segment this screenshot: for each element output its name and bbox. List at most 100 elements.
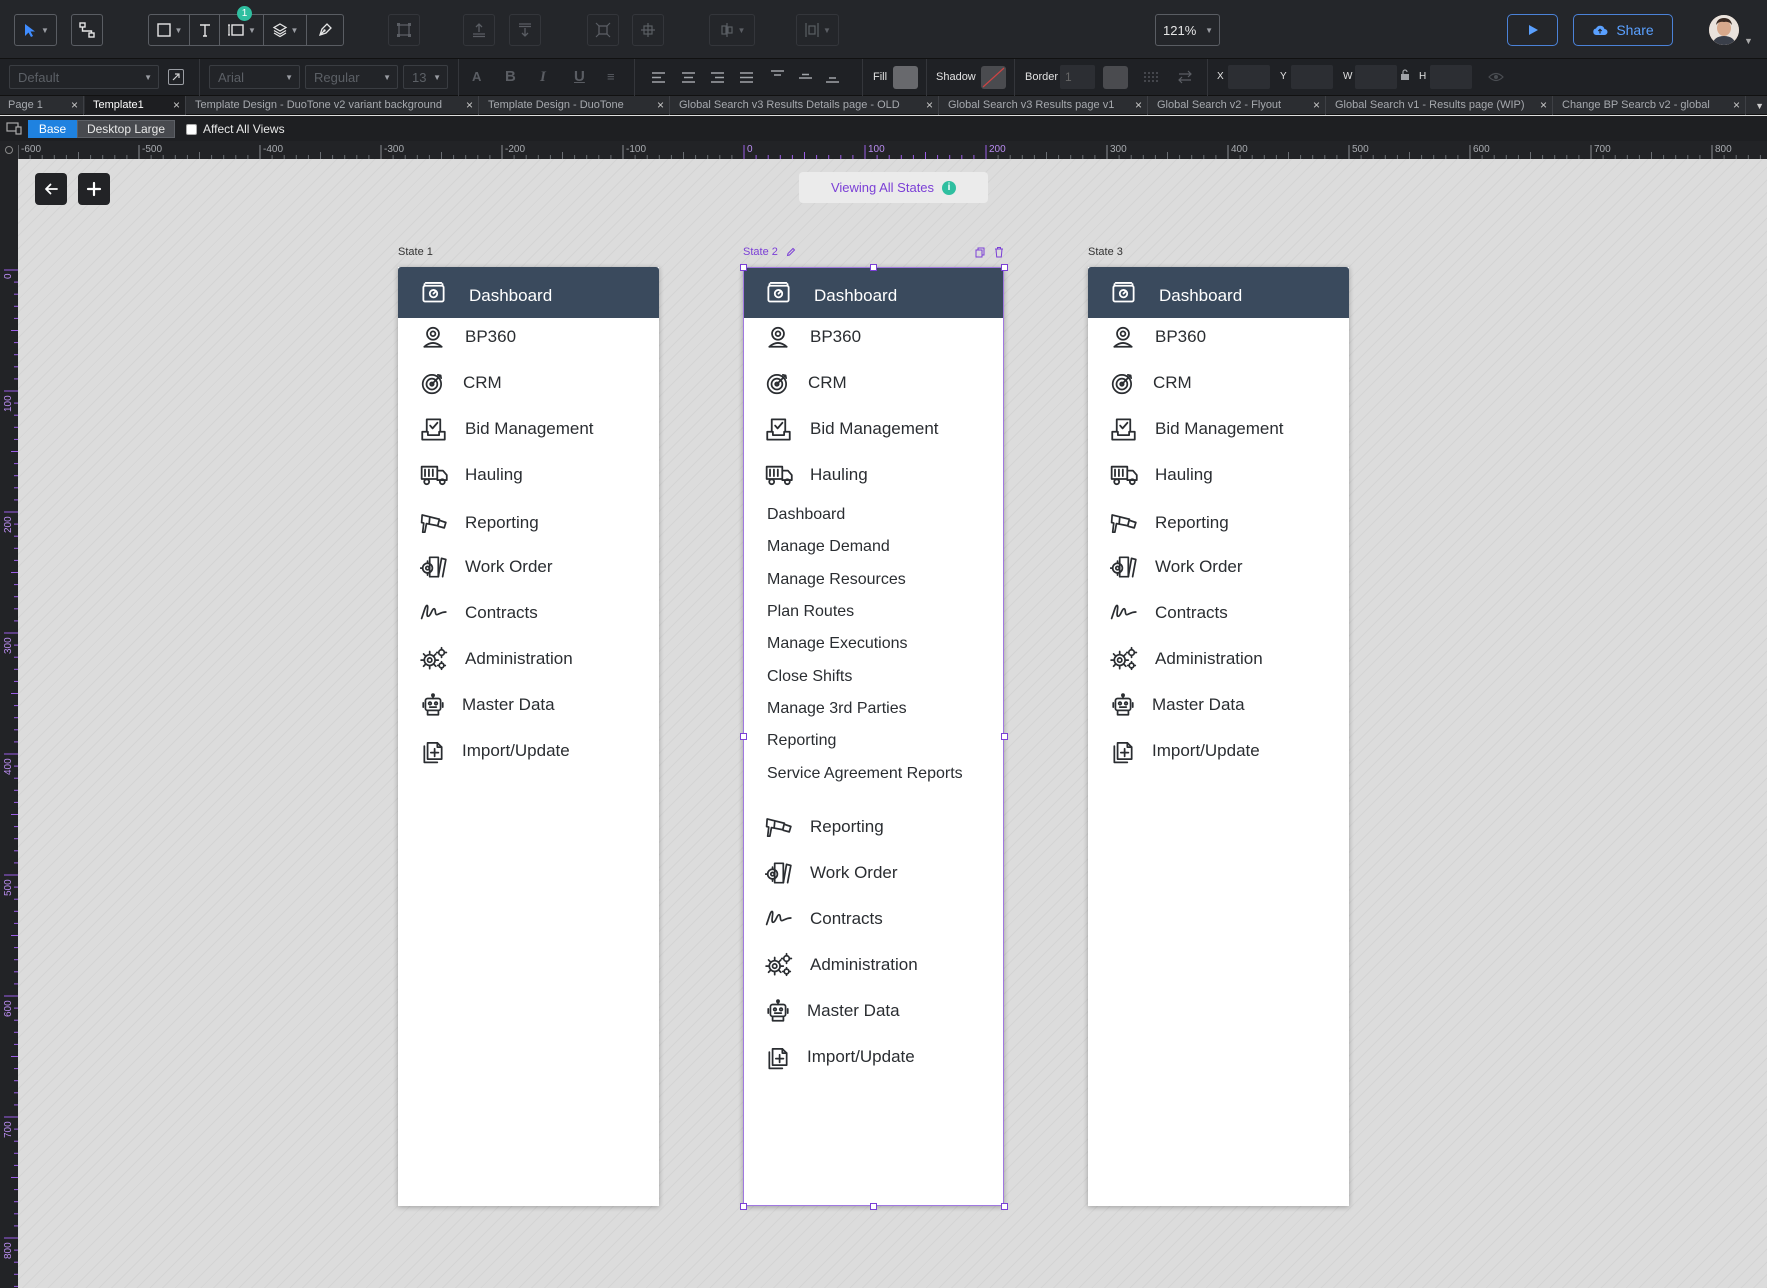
lock-ratio-icon[interactable] <box>1400 69 1410 81</box>
nav-item-dashboard[interactable]: Dashboard <box>1088 267 1349 318</box>
submenu-item[interactable]: Manage Executions <box>767 627 997 661</box>
arrow-style-icon[interactable] <box>1177 70 1193 84</box>
resize-handle-top-right[interactable] <box>1001 264 1008 271</box>
nav-item-work-order[interactable]: Work Order <box>743 851 1004 895</box>
resize-handle-left[interactable] <box>740 733 747 740</box>
nav-item-contracts[interactable]: Contracts <box>398 591 659 635</box>
close-icon[interactable]: × <box>1313 96 1320 115</box>
close-icon[interactable]: × <box>71 96 78 115</box>
nav-item-import-update[interactable]: Import/Update <box>743 1035 1004 1079</box>
nav-item-master-data[interactable]: Master Data <box>743 989 1004 1033</box>
nav-item-administration[interactable]: Administration <box>398 637 659 681</box>
layers-tool-button[interactable]: ▼ <box>264 15 307 45</box>
close-icon[interactable]: × <box>466 96 473 115</box>
border-style-icon[interactable] <box>1143 70 1159 84</box>
close-icon[interactable]: × <box>657 96 664 115</box>
font-size-select[interactable]: 13 ▼ <box>403 65 448 89</box>
valign-middle-icon[interactable] <box>798 69 813 84</box>
send-back-button[interactable] <box>509 14 541 46</box>
view-desktop-large-button[interactable]: Desktop Large <box>77 120 175 138</box>
justify-icon[interactable] <box>739 71 754 84</box>
resize-handle-top[interactable] <box>870 264 877 271</box>
submenu-item[interactable]: Manage Demand <box>767 530 997 564</box>
add-state-button[interactable] <box>78 173 110 205</box>
nav-item-bp360[interactable]: BP360 <box>1088 315 1349 359</box>
nav-item-contracts[interactable]: Contracts <box>1088 591 1349 635</box>
back-button[interactable] <box>35 173 67 205</box>
connector-tool-button[interactable] <box>71 14 103 46</box>
close-icon[interactable]: × <box>926 96 933 115</box>
italic-icon[interactable]: I <box>540 68 546 86</box>
nav-item-bid-management[interactable]: Bid Management <box>1088 407 1349 451</box>
nav-item-bid-management[interactable]: Bid Management <box>743 407 1004 451</box>
align-center-text-icon[interactable] <box>681 71 696 84</box>
close-icon[interactable]: × <box>1540 96 1547 115</box>
text-tool-button[interactable] <box>190 15 220 45</box>
resize-handle-bottom-right[interactable] <box>1001 1203 1008 1210</box>
bold-icon[interactable]: B <box>505 68 516 86</box>
nav-item-reporting[interactable]: Reporting <box>743 805 1004 849</box>
y-input[interactable] <box>1291 65 1333 89</box>
affect-all-views-checkbox[interactable]: Affect All Views <box>186 120 285 138</box>
zoom-select[interactable]: 121% ▼ <box>1155 14 1220 46</box>
share-button[interactable]: Share <box>1573 14 1673 46</box>
nav-item-hauling[interactable]: Hauling <box>398 453 659 497</box>
submenu-item[interactable]: Manage Resources <box>767 563 997 597</box>
resize-handle-bottom[interactable] <box>870 1203 877 1210</box>
nav-item-administration[interactable]: Administration <box>743 943 1004 987</box>
bring-front-button[interactable] <box>463 14 495 46</box>
close-icon[interactable]: × <box>1135 96 1142 115</box>
select-tool-button[interactable]: ▼ <box>14 14 57 46</box>
submenu-item[interactable]: Close Shifts <box>767 660 997 694</box>
text-color-icon[interactable]: A <box>472 68 481 86</box>
submenu-item[interactable]: Plan Routes <box>767 595 997 629</box>
adaptive-views-icon[interactable] <box>6 122 22 135</box>
pencil-icon[interactable] <box>786 247 796 257</box>
align-center-button[interactable] <box>587 14 619 46</box>
tab-global-search-v3-details[interactable]: Global Search v3 Results Details page - … <box>671 96 939 115</box>
align-horizontal-button[interactable]: ▼ <box>709 14 755 46</box>
submenu-item[interactable]: Dashboard <box>767 498 997 532</box>
valign-bottom-icon[interactable] <box>825 69 840 84</box>
nav-item-bid-management[interactable]: Bid Management <box>398 407 659 451</box>
nav-item-hauling[interactable]: Hauling <box>1088 453 1349 497</box>
nav-item-import-update[interactable]: Import/Update <box>398 729 659 773</box>
nav-item-import-update[interactable]: Import/Update <box>1088 729 1349 773</box>
submenu-item[interactable]: Reporting <box>767 724 997 758</box>
font-family-select[interactable]: Arial ▼ <box>209 65 300 89</box>
submenu-item[interactable]: Service Agreement Reports <box>767 757 997 791</box>
close-icon[interactable]: × <box>1733 96 1740 115</box>
nav-item-crm[interactable]: CRM <box>1088 361 1349 405</box>
tab-template-design-duotone[interactable]: Template Design - DuoTone × <box>480 96 670 115</box>
design-canvas[interactable]: Viewing All States i State 1 Dashboard BP… <box>18 159 1767 1288</box>
tab-change-bp-search-v2[interactable]: Change BP Searcb v2 - global × <box>1554 96 1746 115</box>
nav-item-reporting[interactable]: Reporting <box>398 501 659 545</box>
tab-template1[interactable]: Template1 × <box>85 96 186 115</box>
tab-page-1[interactable]: Page 1 × <box>0 96 84 115</box>
duplicate-state-icon[interactable] <box>975 247 985 258</box>
preview-button[interactable] <box>1507 14 1558 46</box>
resize-handle-bottom-left[interactable] <box>740 1203 747 1210</box>
bullet-list-icon[interactable]: ≡ <box>607 68 615 86</box>
tabs-overflow-chevron-icon[interactable]: ▼ <box>1755 101 1764 111</box>
tab-global-search-v2-flyout[interactable]: Global Search v2 - Flyout × <box>1149 96 1326 115</box>
resize-handle-top-left[interactable] <box>740 264 747 271</box>
group-button[interactable] <box>388 14 420 46</box>
style-select[interactable]: Default ▼ <box>9 65 159 89</box>
shadow-color-swatch[interactable] <box>981 66 1006 89</box>
nav-item-work-order[interactable]: Work Order <box>1088 545 1349 589</box>
widget-tool-button[interactable]: ▼ 1 <box>220 6 264 45</box>
align-right-icon[interactable] <box>710 71 725 84</box>
font-weight-select[interactable]: Regular ▼ <box>305 65 398 89</box>
delete-state-icon[interactable] <box>994 246 1004 258</box>
style-manage-button[interactable] <box>168 69 184 85</box>
tab-global-search-v3-results[interactable]: Global Search v3 Results page v1 × <box>940 96 1148 115</box>
submenu-item[interactable]: Manage 3rd Parties <box>767 692 997 726</box>
border-color-swatch[interactable] <box>1103 66 1128 89</box>
nav-item-crm[interactable]: CRM <box>398 361 659 405</box>
align-left-icon[interactable] <box>651 71 666 84</box>
fill-color-swatch[interactable] <box>893 66 918 89</box>
pen-tool-button[interactable] <box>307 15 343 45</box>
underline-icon[interactable]: U <box>574 68 585 86</box>
nav-item-master-data[interactable]: Master Data <box>1088 683 1349 727</box>
